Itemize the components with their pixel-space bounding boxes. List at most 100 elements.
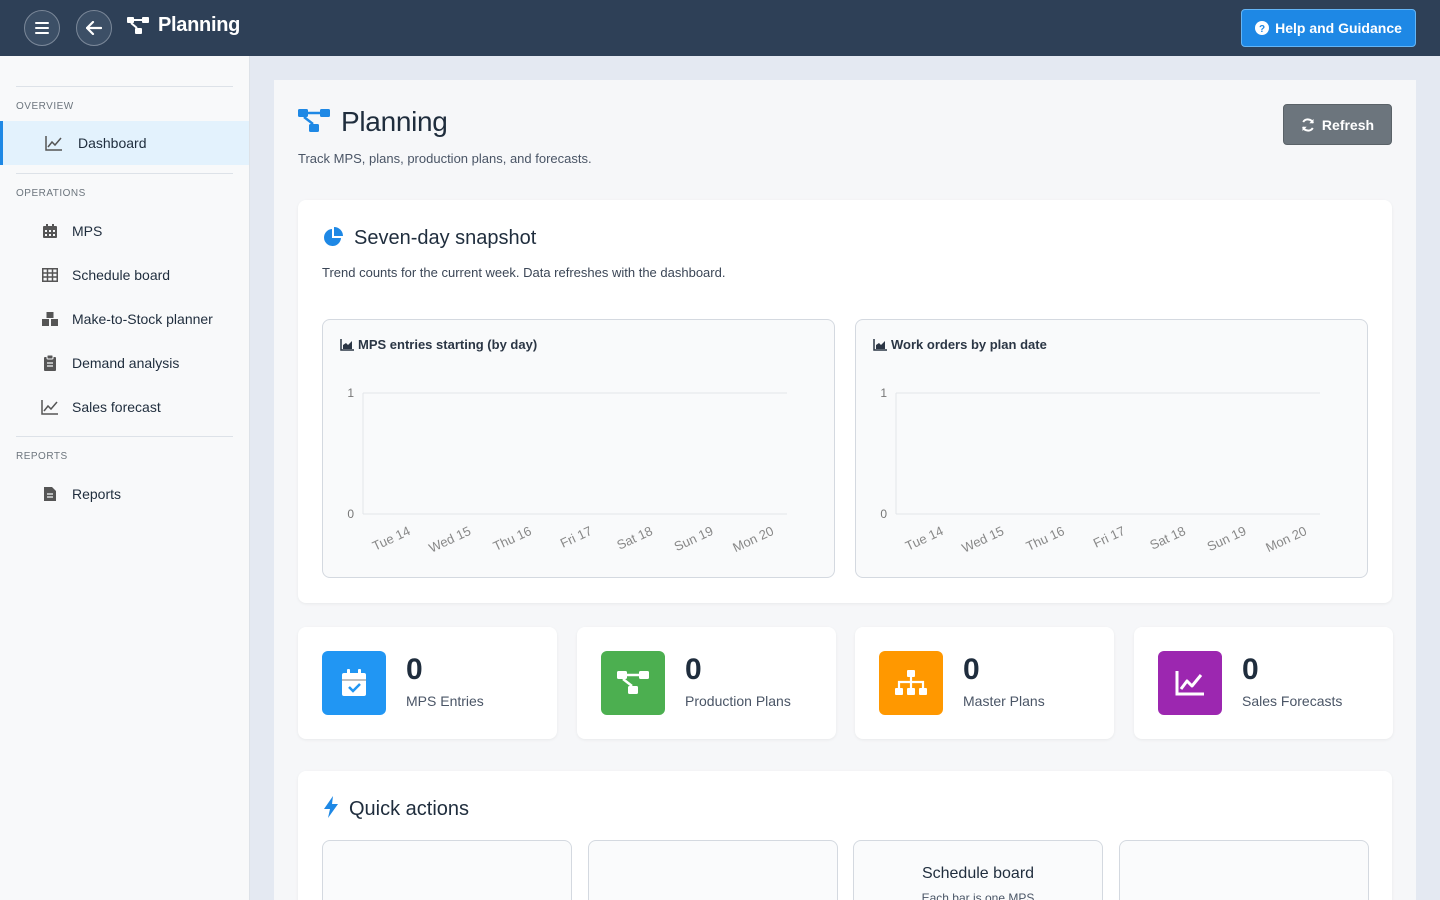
app-title: Planning <box>126 14 240 37</box>
table-icon <box>40 265 60 285</box>
sidebar-section-overview: OVERVIEW <box>16 101 74 112</box>
chart-plot: 0 1 Tue 14 Wed 15 Thu 16 Fri 17 Sat 18 Sun 19 Mo… <box>880 386 1320 556</box>
chart-title-text: Work orders by plan date <box>891 337 1047 352</box>
quick-action-title: Schedule board <box>921 865 1035 882</box>
x-tick-label: Sun 19 <box>1205 523 1249 554</box>
chart-title-text: MPS entries starting (by day) <box>358 337 538 352</box>
quick-action-schedule-board[interactable]: Schedule board Each bar is one MPS <box>853 840 1103 900</box>
x-tick-label: Tue 14 <box>370 523 413 553</box>
sidebar-item-dashboard[interactable]: Dashboard <box>0 121 249 165</box>
stat-value: 0 <box>406 653 423 686</box>
refresh-button-label: Refresh <box>1321 116 1375 133</box>
sitemap-icon <box>127 16 149 34</box>
sidebar-section-reports: REPORTS <box>16 451 68 462</box>
sidebar-item-reports[interactable]: Reports <box>0 472 249 516</box>
stat-label: Production Plans <box>685 693 791 709</box>
main-content: Planning Track MPS, plans, production pl… <box>274 80 1416 900</box>
x-tick-label: Sat 18 <box>1147 523 1187 552</box>
sidebar-item-label: Sales forecast <box>72 399 161 415</box>
chart-title: MPS entries starting (by day) <box>340 337 537 352</box>
menu-button[interactable] <box>24 10 60 46</box>
svg-text:?: ? <box>1259 24 1265 35</box>
clipboard-icon <box>40 353 60 373</box>
sidebar-item-label: MPS <box>72 223 103 239</box>
quick-actions-title: Quick actions <box>349 798 470 820</box>
snapshot-card: Seven-day snapshot Trend counts for the … <box>298 200 1392 603</box>
sidebar-item-label: Reports <box>72 486 122 502</box>
x-tick-label: Wed 15 <box>959 523 1006 555</box>
page-title: Planning <box>341 106 448 137</box>
help-button-label: Help and Guidance <box>1275 20 1402 36</box>
quick-actions-card: Quick actions Schedule board Each bar is… <box>298 771 1392 900</box>
line-chart-icon <box>40 397 60 417</box>
trend-icon <box>1158 651 1222 715</box>
sidebar-item-make-to-stock[interactable]: Make-to-Stock planner <box>0 297 249 341</box>
calendar-icon <box>40 221 60 241</box>
stat-label: MPS Entries <box>406 693 484 709</box>
help-button[interactable]: ? Help and Guidance <box>1241 9 1416 47</box>
stat-card-master-plans[interactable]: 0 Master Plans <box>855 627 1114 739</box>
x-tick-label: Wed 15 <box>426 523 473 555</box>
quick-action-description: Each bar is one MPS <box>921 891 1035 900</box>
boxes-icon <box>40 309 60 329</box>
sidebar-item-label: Make-to-Stock planner <box>72 311 213 327</box>
sidebar-divider <box>16 173 233 174</box>
refresh-icon <box>1301 117 1314 132</box>
stat-card-production-plans[interactable]: 0 Production Plans <box>577 627 836 739</box>
stat-card-sales-forecasts[interactable]: 0 Sales Forecasts <box>1134 627 1393 739</box>
line-chart-icon <box>44 133 64 153</box>
x-tick-label: Sun 19 <box>672 523 716 554</box>
sidebar-divider <box>16 436 233 437</box>
sidebar-item-label: Dashboard <box>78 135 147 151</box>
sitemap-icon <box>601 651 665 715</box>
bolt-icon <box>322 796 340 823</box>
pie-chart-icon <box>322 226 344 253</box>
sidebar: OVERVIEW Dashboard OPERATIONS MPS Schedu… <box>0 56 250 900</box>
y-tick-label: 0 <box>347 507 354 521</box>
x-tick-label: Sat 18 <box>614 523 654 552</box>
area-chart-icon <box>340 338 354 351</box>
sidebar-item-label: Schedule board <box>72 267 171 283</box>
refresh-button[interactable]: Refresh <box>1283 104 1392 145</box>
menu-icon <box>35 22 49 34</box>
chart-title: Work orders by plan date <box>873 337 1047 352</box>
chart-plot: 0 1 Tue 14 Wed 15 Thu 16 Fri 17 Sat 18 Sun 19 Mo… <box>347 386 787 556</box>
sidebar-section-operations: OPERATIONS <box>16 188 86 199</box>
document-icon <box>40 484 60 504</box>
sidebar-item-label: Demand analysis <box>72 355 180 371</box>
chart-work-orders: 0 1 Tue 14 Wed 15 Thu 16 Fri 17 Sat 18 Sun 19 Mo… <box>855 319 1368 578</box>
stat-label: Master Plans <box>963 693 1045 709</box>
back-button[interactable] <box>76 10 112 46</box>
stat-card-mps-entries[interactable]: 0 MPS Entries <box>298 627 557 739</box>
x-tick-label: Thu 16 <box>491 523 534 554</box>
quick-action-card[interactable] <box>1119 840 1369 900</box>
x-tick-label: Fri 17 <box>558 523 594 551</box>
sitemap-icon <box>298 108 330 139</box>
hierarchy-icon <box>879 651 943 715</box>
sidebar-item-mps[interactable]: MPS <box>0 209 249 253</box>
x-tick-label: Fri 17 <box>1091 523 1127 551</box>
x-tick-label: Thu 16 <box>1024 523 1067 554</box>
y-tick-label: 1 <box>347 386 354 400</box>
sidebar-item-demand-analysis[interactable]: Demand analysis <box>0 341 249 385</box>
stat-value: 0 <box>963 653 980 686</box>
app-title-text: Planning <box>158 14 241 36</box>
x-tick-label: Mon 20 <box>1263 523 1309 555</box>
calendar-check-icon <box>322 651 386 715</box>
stat-label: Sales Forecasts <box>1242 693 1343 709</box>
page-subtitle: Track MPS, plans, production plans, and … <box>298 151 592 166</box>
arrow-left-icon <box>86 21 102 35</box>
y-tick-label: 0 <box>880 507 887 521</box>
snapshot-description: Trend counts for the current week. Data … <box>322 265 726 280</box>
area-chart-icon <box>873 338 887 351</box>
y-tick-label: 1 <box>880 386 887 400</box>
stat-value: 0 <box>1242 653 1259 686</box>
chart-mps-entries: 0 1 Tue 14 Wed 15 Thu 16 Fri 17 Sat 18 Sun 19 Mo… <box>322 319 835 578</box>
quick-action-card[interactable] <box>322 840 572 900</box>
quick-action-card[interactable] <box>588 840 838 900</box>
sidebar-item-schedule-board[interactable]: Schedule board <box>0 253 249 297</box>
x-tick-label: Tue 14 <box>903 523 946 553</box>
sidebar-item-sales-forecast[interactable]: Sales forecast <box>0 385 249 429</box>
top-bar: Planning ? Help and Guidance <box>0 0 1440 56</box>
snapshot-title: Seven-day snapshot <box>354 227 537 249</box>
